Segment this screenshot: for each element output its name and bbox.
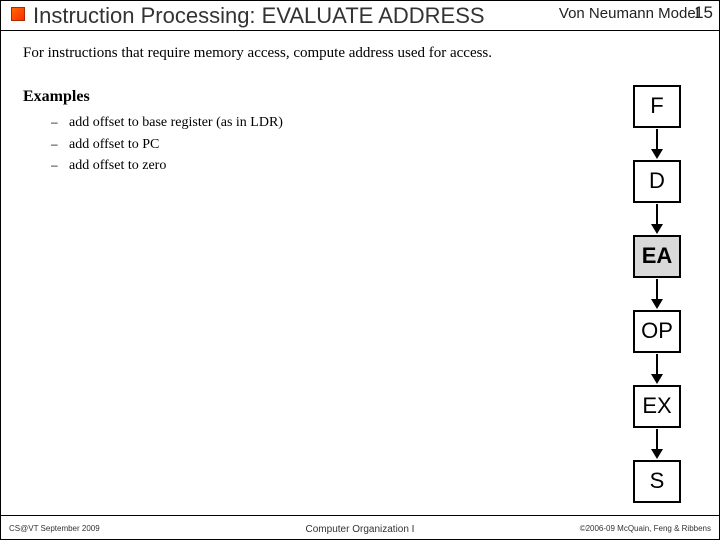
dash-icon: –	[51, 135, 69, 154]
footer-left: CS@VT September 2009	[9, 524, 100, 533]
slide-number: 15	[694, 3, 713, 23]
dash-icon: –	[51, 113, 69, 132]
header-right-label: Von Neumann Model	[559, 5, 699, 22]
example-text: add offset to PC	[69, 134, 159, 156]
title-bullet-icon	[11, 7, 25, 21]
examples-heading: Examples	[23, 88, 583, 106]
content-body: For instructions that require memory acc…	[23, 45, 583, 177]
pipeline-stage-f: F	[633, 85, 681, 128]
arrow-down-icon	[651, 429, 663, 459]
pipeline-stage-d: D	[633, 160, 681, 203]
pipeline-stage-ea: EA	[633, 235, 681, 278]
footer-right: ©2006-09 McQuain, Feng & Ribbens	[580, 524, 711, 533]
footer-bar: CS@VT September 2009 Computer Organizati…	[1, 515, 719, 539]
arrow-down-icon	[651, 354, 663, 384]
slide: Instruction Processing: EVALUATE ADDRESS…	[0, 0, 720, 540]
pipeline-stage-s: S	[633, 460, 681, 503]
dash-icon: –	[51, 156, 69, 175]
intro-text: For instructions that require memory acc…	[23, 45, 583, 62]
pipeline-diagram: F D EA OP EX S	[631, 85, 683, 503]
example-text: add offset to base register (as in LDR)	[69, 112, 283, 134]
arrow-down-icon	[651, 279, 663, 309]
header-bar: Instruction Processing: EVALUATE ADDRESS…	[1, 1, 719, 31]
example-item: – add offset to base register (as in LDR…	[51, 112, 583, 134]
example-text: add offset to zero	[69, 155, 166, 177]
example-item: – add offset to PC	[51, 134, 583, 156]
arrow-down-icon	[651, 204, 663, 234]
footer-center: Computer Organization I	[306, 524, 415, 535]
slide-title: Instruction Processing: EVALUATE ADDRESS	[33, 3, 485, 29]
pipeline-stage-op: OP	[633, 310, 681, 353]
pipeline-stage-ex: EX	[633, 385, 681, 428]
example-item: – add offset to zero	[51, 155, 583, 177]
arrow-down-icon	[651, 129, 663, 159]
